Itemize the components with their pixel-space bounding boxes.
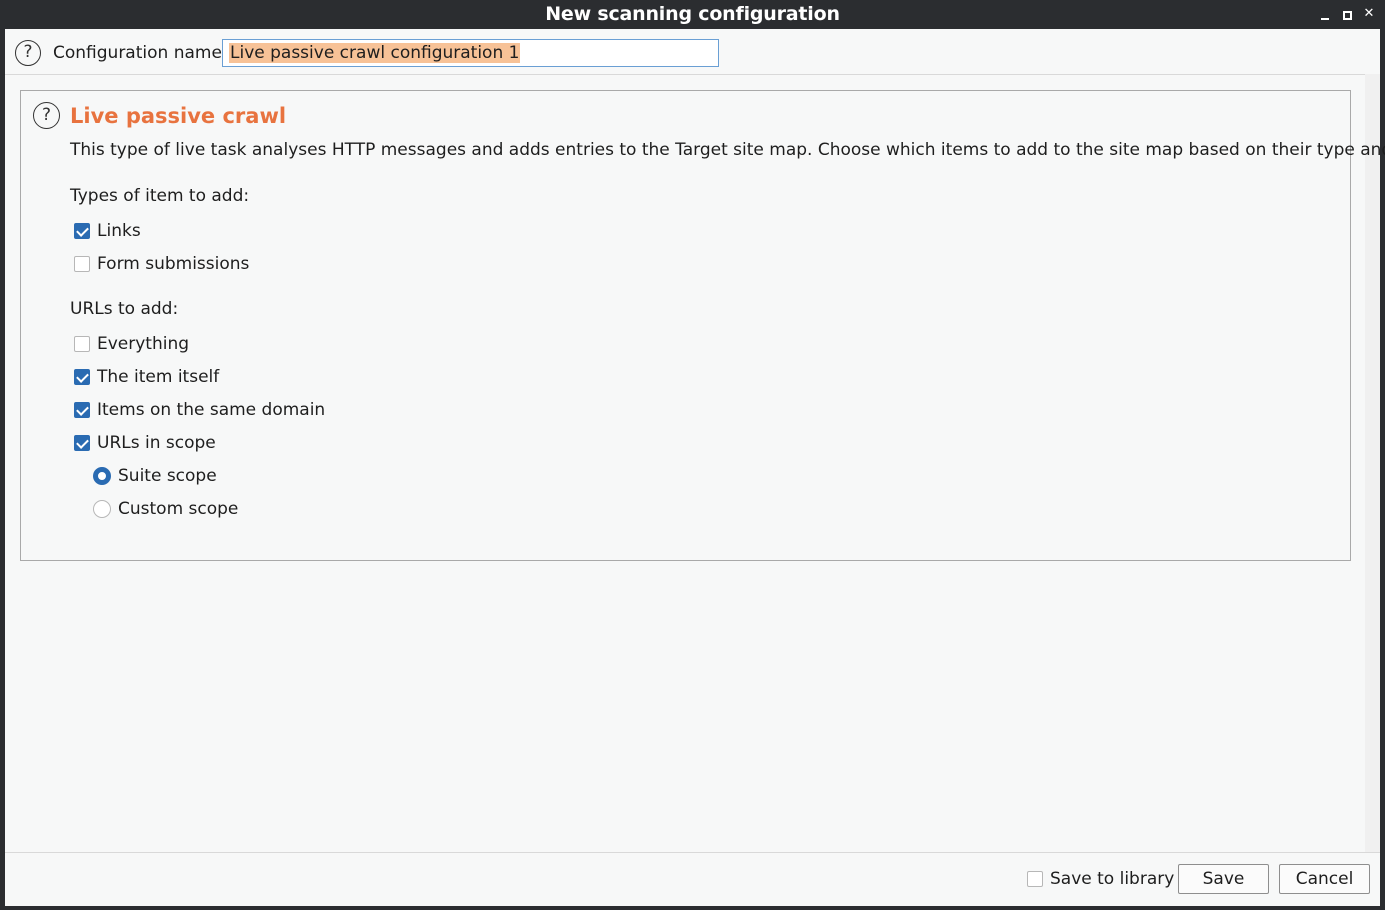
everything-checkbox[interactable] — [74, 336, 90, 352]
config-name-input[interactable]: Live passive crawl configuration 1 — [222, 39, 719, 67]
same-domain-checkbox-option[interactable]: Items on the same domain — [74, 399, 325, 421]
form-submissions-label: Form submissions — [97, 254, 250, 274]
window-title: New scanning configuration — [545, 3, 840, 25]
item-itself-label: The item itself — [97, 367, 220, 387]
suite-scope-label: Suite scope — [118, 466, 217, 486]
maximize-icon[interactable] — [1339, 6, 1355, 22]
form-submissions-checkbox-option[interactable]: Form submissions — [74, 253, 249, 275]
links-label: Links — [97, 221, 141, 241]
save-to-library-label: Save to library — [1050, 869, 1175, 889]
custom-scope-radio-option[interactable]: Custom scope — [93, 498, 238, 520]
urls-in-scope-label: URLs in scope — [97, 433, 216, 453]
cancel-button[interactable]: Cancel — [1279, 864, 1370, 894]
item-itself-checkbox[interactable] — [74, 369, 90, 385]
links-checkbox-option[interactable]: Links — [74, 220, 141, 242]
save-to-library-checkbox[interactable] — [1027, 871, 1043, 887]
urls-in-scope-checkbox-option[interactable]: URLs in scope — [74, 432, 216, 454]
close-icon[interactable]: ✕ — [1361, 6, 1377, 22]
same-domain-checkbox[interactable] — [74, 402, 90, 418]
suite-scope-radio-option[interactable]: Suite scope — [93, 465, 217, 487]
save-button[interactable]: Save — [1178, 864, 1269, 894]
urls-section-label: URLs to add: — [70, 299, 179, 319]
save-to-library-option[interactable]: Save to library — [1027, 868, 1174, 890]
title-bar[interactable]: New scanning configuration ✕ — [0, 0, 1385, 29]
links-checkbox[interactable] — [74, 223, 90, 239]
everything-label: Everything — [97, 334, 190, 354]
form-submissions-checkbox[interactable] — [74, 256, 90, 272]
panel-title: Live passive crawl — [70, 104, 287, 128]
scroll-area-gutter — [1365, 74, 1380, 852]
help-icon[interactable]: ? — [15, 40, 41, 66]
everything-checkbox-option[interactable]: Everything — [74, 333, 189, 355]
live-passive-crawl-panel: ? Live passive crawl This type of live t… — [20, 90, 1385, 561]
same-domain-label: Items on the same domain — [97, 400, 326, 420]
suite-scope-radio[interactable] — [93, 467, 111, 485]
item-itself-checkbox-option[interactable]: The item itself — [74, 366, 219, 388]
panel-description: This type of live task analyses HTTP mes… — [70, 140, 1385, 160]
config-name-label: Configuration name: — [53, 43, 228, 63]
panel-help-icon[interactable]: ? — [33, 102, 60, 129]
dialog-content: ? Configuration name: Live passive crawl… — [5, 29, 1385, 906]
config-name-row: ? Configuration name: Live passive crawl… — [5, 29, 1380, 75]
custom-scope-radio[interactable] — [93, 500, 111, 518]
dialog-window: New scanning configuration ✕ ? Configura… — [0, 0, 1385, 910]
types-section-label: Types of item to add: — [70, 186, 250, 206]
custom-scope-label: Custom scope — [118, 499, 239, 519]
dialog-footer: Save to library Save Cancel — [5, 852, 1380, 906]
config-name-value: Live passive crawl configuration 1 — [229, 43, 521, 63]
urls-in-scope-checkbox[interactable] — [74, 435, 90, 451]
minimize-icon[interactable] — [1317, 6, 1333, 22]
